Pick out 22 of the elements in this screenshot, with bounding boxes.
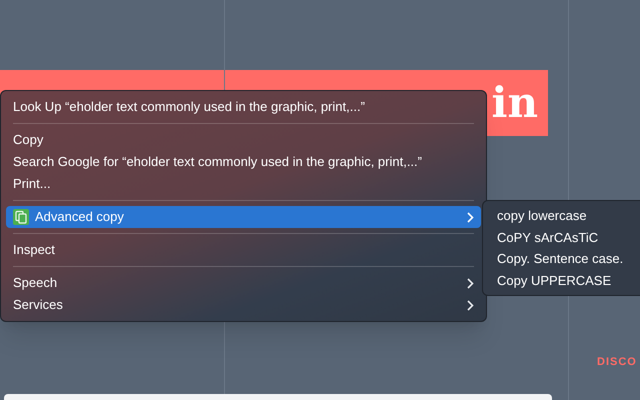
- menu-item[interactable]: Speech: [6, 272, 481, 294]
- section-label: DISCO: [597, 355, 637, 370]
- menu-item-label: Search Google for “eholder text commonly used in the graphic, print,...”: [13, 153, 423, 172]
- menu-item-label: Services: [13, 296, 64, 314]
- menu-item[interactable]: Search Google for “eholder text commonly used in the graphic, print,...”: [6, 151, 481, 173]
- menu-item-label: Speech: [13, 274, 58, 292]
- menu-item[interactable]: copy lowercase: [488, 205, 640, 226]
- menu-item-label: Look Up “eholder text commonly used in the graphic, print,...”: [13, 98, 366, 116]
- menu-item[interactable]: Copy. Sentence case.: [488, 248, 640, 270]
- menu-item-label: Copy: [13, 131, 44, 150]
- menu-item-label: Advanced copy: [35, 208, 125, 226]
- menu-item-label: Inspect: [13, 241, 56, 260]
- menu-item[interactable]: Inspect: [6, 239, 481, 261]
- menu-item[interactable]: CoPY sArCAsTiC: [488, 226, 640, 248]
- menu-item-label: Print...: [13, 175, 52, 194]
- menu-item[interactable]: Services: [6, 294, 481, 316]
- menu-item[interactable]: Advanced copy: [6, 206, 481, 228]
- headline-text: in: [492, 82, 538, 124]
- menu-item[interactable]: Print...: [6, 173, 481, 195]
- menu-item[interactable]: Copy: [6, 129, 481, 151]
- menu-item[interactable]: Look Up “eholder text commonly used in the graphic, print,...”: [6, 96, 481, 118]
- menu-item[interactable]: Copy UPPERCASE: [488, 270, 640, 291]
